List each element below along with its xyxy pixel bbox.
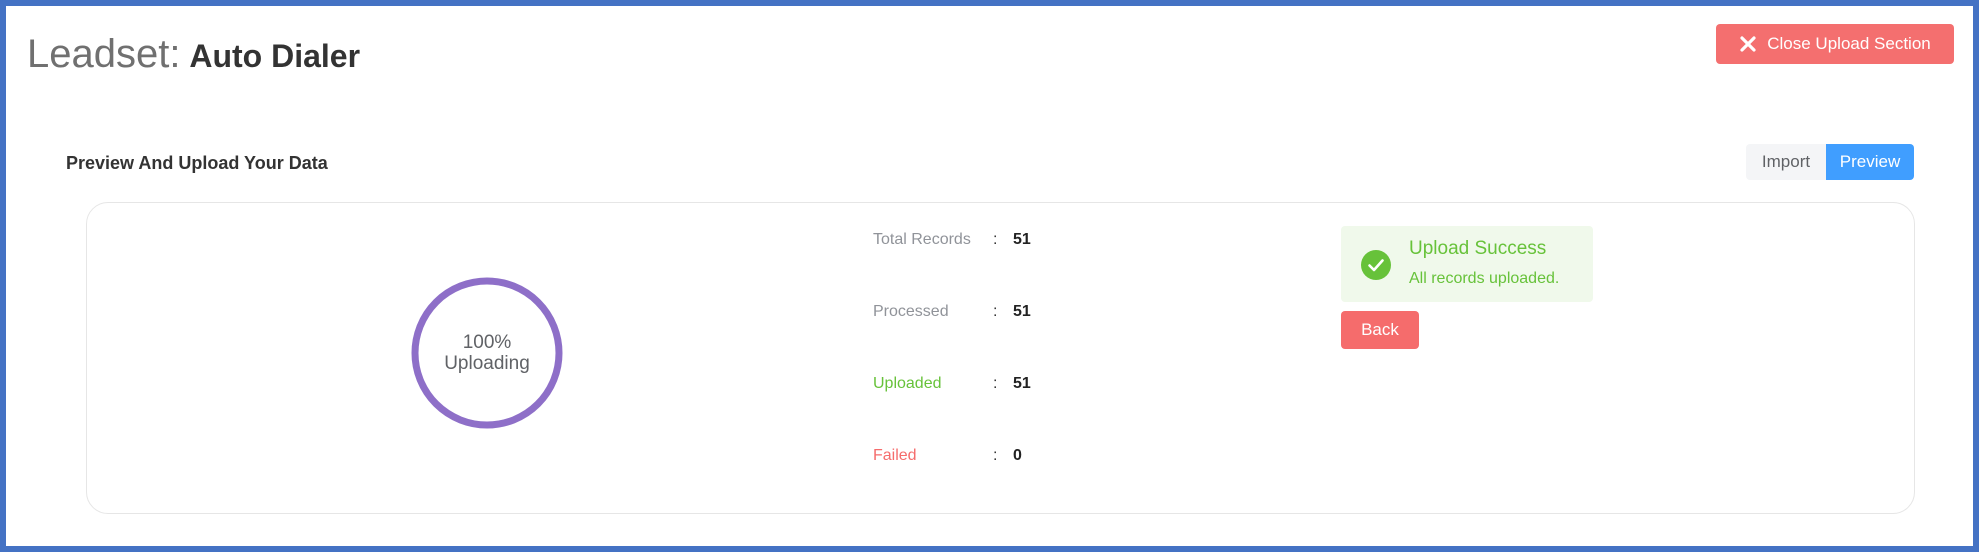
alert-title: Upload Success: [1409, 238, 1547, 259]
progress-status: Uploading: [444, 353, 530, 374]
stat-value: 51: [1013, 375, 1031, 392]
stat-separator: :: [993, 375, 998, 392]
stat-separator: :: [993, 447, 998, 464]
back-button[interactable]: Back: [1341, 311, 1419, 349]
upload-progress-ring: 100% Uploading: [410, 276, 564, 430]
stat-label: Uploaded: [873, 375, 942, 392]
page-title: Leadset: Auto Dialer: [27, 28, 360, 82]
stat-value: 51: [1013, 231, 1031, 248]
upload-success-alert: Upload Success All records uploaded.: [1341, 226, 1593, 302]
import-preview-toggle: Import Preview: [1746, 144, 1914, 180]
stat-value: 51: [1013, 303, 1031, 320]
alert-description: All records uploaded.: [1409, 270, 1560, 287]
stat-separator: :: [993, 303, 998, 320]
section-title: Preview And Upload Your Data: [66, 153, 328, 173]
stat-label: Processed: [873, 303, 949, 320]
stat-label: Failed: [873, 447, 917, 464]
close-upload-section-button[interactable]: Close Upload Section: [1716, 24, 1954, 64]
tab-import[interactable]: Import: [1746, 144, 1826, 180]
app-frame: Leadset: Auto Dialer Close Upload Sectio…: [0, 0, 1979, 552]
upload-preview-card: 100% Uploading Total Records : 51 Proces…: [86, 202, 1915, 514]
stat-label: Total Records: [873, 231, 971, 248]
leadset-name: Auto Dialer: [189, 38, 361, 74]
close-icon: [1739, 35, 1757, 53]
stat-value: 0: [1013, 447, 1022, 464]
progress-ring-text: 100% Uploading: [410, 276, 564, 430]
progress-percent: 100%: [462, 332, 512, 353]
page-title-prefix: Leadset:: [27, 32, 181, 76]
check-circle-icon: [1361, 250, 1391, 280]
close-upload-section-label: Close Upload Section: [1767, 34, 1931, 53]
tab-preview[interactable]: Preview: [1826, 144, 1914, 180]
stat-separator: :: [993, 231, 998, 248]
